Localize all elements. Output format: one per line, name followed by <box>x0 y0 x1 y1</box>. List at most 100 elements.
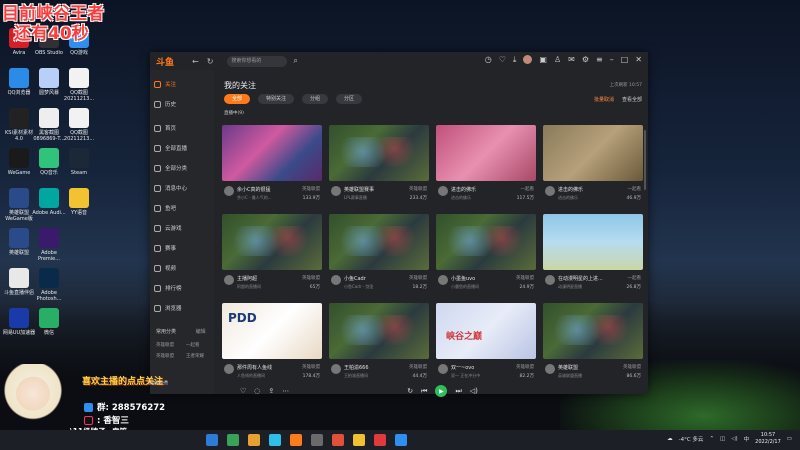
batch-unfollow-link[interactable]: 批量取消 <box>594 96 614 103</box>
stream-thumbnail[interactable] <box>543 303 643 359</box>
shirt-icon[interactable]: ♙ <box>554 55 561 65</box>
sidebar-item[interactable]: 首页 <box>154 122 210 134</box>
taskbar-app-icon[interactable] <box>227 434 239 446</box>
taskbar-app-icon[interactable] <box>374 434 386 446</box>
desktop-icon[interactable]: 网易UU加速器 <box>2 308 36 336</box>
streamer-avatar[interactable] <box>224 275 234 285</box>
sidebar-item[interactable]: 视频 <box>154 262 210 274</box>
next-icon[interactable]: ⏭ <box>455 387 461 396</box>
search-icon[interactable]: ⌕ <box>293 56 297 66</box>
sidebar-category-link[interactable]: 英雄联盟 <box>156 342 174 348</box>
desktop-icon[interactable]: QQ浏览器 <box>2 68 36 96</box>
like-icon[interactable]: ♡ <box>240 387 246 395</box>
streamer-avatar[interactable] <box>331 364 341 374</box>
volume-tray-icon[interactable]: ◁) <box>731 436 737 442</box>
stream-card[interactable]: 在动漫明星的上进... 一起看 动漫明星直播 26.8万 <box>543 214 643 296</box>
taskbar-app-icon[interactable] <box>332 434 344 446</box>
filter-chip[interactable]: 分区 <box>336 94 363 104</box>
stream-thumbnail[interactable] <box>329 303 429 359</box>
desktop-icon[interactable]: 英雄联盟 WeGame版 <box>2 188 36 222</box>
desktop-icon[interactable]: QQ截图 20211213... <box>62 108 96 142</box>
streamer-avatar[interactable] <box>545 186 555 196</box>
share-icon[interactable]: ⇪ <box>268 387 274 395</box>
sidebar-item[interactable]: 历史 <box>154 98 210 110</box>
stream-thumbnail[interactable] <box>329 125 429 181</box>
stream-card[interactable]: 英雄联盟赛事 英雄联盟 LPL赛事直播 233.4万 <box>329 125 429 207</box>
mail-icon[interactable]: ✉ <box>568 55 575 65</box>
taskbar-app-icon[interactable] <box>290 434 302 446</box>
desktop-icon[interactable]: WeGame <box>2 148 36 176</box>
gear-icon[interactable]: ⚙ <box>582 55 589 65</box>
desktop-icon[interactable]: 黑客截图 0896869-T... <box>32 108 66 142</box>
input-language[interactable]: 中 <box>744 435 750 443</box>
clock[interactable]: 10:57 2022/2/17 <box>755 432 781 446</box>
streamer-avatar[interactable] <box>545 275 555 285</box>
sidebar-item[interactable]: 鱼吧 <box>154 202 210 214</box>
taskbar-app-icon[interactable] <box>353 434 365 446</box>
stream-thumbnail[interactable] <box>543 125 643 181</box>
app-logo[interactable]: 斗鱼 <box>156 55 174 68</box>
prev-icon[interactable]: ⏮ <box>421 387 427 396</box>
comment-icon[interactable]: ◌ <box>254 387 260 395</box>
desktop-icon[interactable]: QQ截图 20211213... <box>62 68 96 102</box>
sidebar-edit-link[interactable]: 编辑 <box>196 329 206 335</box>
filter-chip[interactable]: 分组 <box>302 94 329 104</box>
stream-thumbnail[interactable]: 峡谷之巅 <box>436 303 536 359</box>
minimize-icon[interactable]: – <box>610 55 614 65</box>
stream-card[interactable]: 英雄联盟 英雄联盟 英雄联盟直播 86.6万 <box>543 303 643 385</box>
stream-thumbnail[interactable] <box>436 214 536 270</box>
streamer-avatar[interactable] <box>224 364 234 374</box>
stream-card[interactable]: 峡谷之巅 双一~ovo 英雄联盟 双一 正在冲分中 82.2万 <box>436 303 536 385</box>
sidebar-item[interactable]: 排行榜 <box>154 282 210 294</box>
gift-icon[interactable]: ▣ <box>539 55 547 65</box>
stream-card[interactable]: 进击的佛乐 一起看 进击的佛乐 117.5万 <box>436 125 536 207</box>
stream-thumbnail[interactable] <box>543 214 643 270</box>
stream-card[interactable]: 余小C真的很猛 英雄联盟 余小C - 最人气的... 133.9万 <box>222 125 322 207</box>
stream-card[interactable]: 小鱼Cadr 英雄联盟 小鱼Cadr - 剑圣 18.2万 <box>329 214 429 296</box>
stream-thumbnail[interactable] <box>222 214 322 270</box>
desktop-icon[interactable]: 微信 <box>32 308 66 336</box>
notification-icon[interactable]: ▭ <box>787 436 792 442</box>
taskbar-app-icon[interactable] <box>206 434 218 446</box>
sidebar-item[interactable]: 赛事 <box>154 242 210 254</box>
view-all-link[interactable]: 查看全部 <box>622 96 642 103</box>
desktop-icon[interactable]: Adobe Photosh... <box>32 268 66 302</box>
stream-thumbnail[interactable] <box>329 214 429 270</box>
desktop-icon[interactable]: YY语音 <box>62 188 96 216</box>
sidebar-category-link[interactable]: 一起看 <box>186 342 200 348</box>
weather-text[interactable]: -4°C 多云 <box>679 435 704 443</box>
streamer-avatar[interactable] <box>331 275 341 285</box>
stream-card[interactable]: PDD 那件周有人鱼线 英雄联盟 人鱼线的直播间 178.4万 <box>222 303 322 385</box>
refresh-icon[interactable]: ↻ <box>207 57 214 66</box>
stream-card[interactable]: 王柏渝666 英雄联盟 王柏渝直播间 44.4万 <box>329 303 429 385</box>
menu-icon[interactable]: ≡ <box>596 55 603 65</box>
close-icon[interactable]: ✕ <box>635 55 642 65</box>
streamer-avatar[interactable] <box>438 186 448 196</box>
streamer-avatar[interactable] <box>438 364 448 374</box>
sidebar-item[interactable]: 关注 <box>154 78 210 90</box>
more-icon[interactable]: ⋯ <box>282 387 289 395</box>
stream-card[interactable]: 主播阿超 英雄联盟 阿超的直播间 65万 <box>222 214 322 296</box>
sidebar-item[interactable]: 浏览器 <box>154 302 210 314</box>
network-icon[interactable]: ◫ <box>720 436 725 442</box>
taskbar-app-icon[interactable] <box>248 434 260 446</box>
sidebar-item[interactable]: 消息中心 <box>154 182 210 194</box>
sidebar-item[interactable]: 云游戏 <box>154 222 210 234</box>
desktop-icon[interactable]: 英雄联盟 <box>2 228 36 256</box>
heart-icon[interactable]: ♡ <box>499 55 506 65</box>
stream-card[interactable]: 进击的佛乐 一起看 进击的佛乐 46.9万 <box>543 125 643 207</box>
sidebar-item[interactable]: 全部直播 <box>154 142 210 154</box>
search-input[interactable]: 搜索你想看的 <box>227 55 288 67</box>
taskbar-app-icon[interactable] <box>395 434 407 446</box>
weather-icon[interactable]: ☁ <box>667 436 673 442</box>
play-button[interactable]: ▶ <box>435 385 448 397</box>
scrollbar[interactable] <box>644 130 646 190</box>
volume-icon[interactable]: ◁) <box>470 387 478 395</box>
sidebar-item[interactable]: 全部分类 <box>154 162 210 174</box>
desktop-icon[interactable]: Adobe Premie... <box>32 228 66 262</box>
loop-icon[interactable]: ↻ <box>407 387 413 395</box>
streamer-avatar[interactable] <box>331 186 341 196</box>
desktop-icon[interactable]: KSI素材素材 4.0 <box>2 108 36 142</box>
taskbar-app-icon[interactable] <box>311 434 323 446</box>
stream-thumbnail[interactable] <box>222 125 322 181</box>
